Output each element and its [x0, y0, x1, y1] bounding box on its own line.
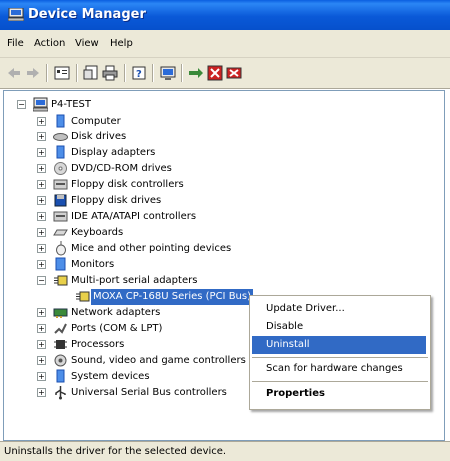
scan-icon[interactable] — [160, 65, 176, 81]
network-adapter-icon — [53, 308, 68, 318]
selected-device-label: MOXA CP-168U Series (PCI Bus) — [91, 289, 253, 305]
expand-toggle[interactable]: + — [37, 244, 46, 253]
expand-toggle[interactable]: + — [37, 308, 46, 317]
context-menu-scan[interactable]: Scan for hardware changes — [252, 360, 426, 378]
back-icon[interactable] — [6, 65, 22, 81]
floppy-drive-icon — [54, 194, 67, 207]
floppy-controller-icon — [53, 179, 68, 190]
tree-item-label: Keyboards — [71, 227, 124, 238]
toolbar-separator — [124, 64, 126, 82]
menu-help[interactable]: Help — [110, 38, 133, 49]
toolbar-separator — [181, 64, 183, 82]
disk-drive-icon — [53, 133, 68, 141]
usb-icon — [55, 386, 66, 400]
tree-item-label: Mice and other pointing devices — [71, 243, 232, 254]
status-bar: Uninstalls the driver for the selected d… — [0, 441, 450, 461]
toolbar-separator — [152, 64, 154, 82]
help-icon[interactable]: ? — [131, 65, 147, 81]
menu-file[interactable]: File — [7, 38, 24, 49]
serial-adapter-icon — [54, 275, 68, 286]
tree-item-label: Ports (COM & LPT) — [71, 323, 163, 334]
expand-toggle[interactable]: + — [37, 388, 46, 397]
context-menu-separator — [252, 357, 428, 358]
tree-item-label: Computer — [71, 116, 121, 127]
toolbar-separator — [76, 64, 78, 82]
tree-item-label: Universal Serial Bus controllers — [71, 387, 227, 398]
up-icon[interactable] — [54, 65, 70, 81]
expand-toggle[interactable]: + — [37, 260, 46, 269]
tree-item-label: Disk drives — [71, 131, 127, 142]
expand-toggle[interactable]: + — [37, 164, 46, 173]
context-menu-separator — [252, 381, 428, 382]
forward-icon[interactable] — [25, 65, 41, 81]
processor-icon — [54, 340, 67, 349]
mouse-icon — [56, 241, 66, 256]
tree-item-label: Network adapters — [71, 307, 161, 318]
menu-view[interactable]: View — [75, 38, 99, 49]
tree-item-label: System devices — [71, 371, 150, 382]
context-menu-update-driver[interactable]: Update Driver... — [252, 300, 426, 318]
title-bar[interactable]: Device Manager — [0, 0, 450, 30]
computer-icon — [56, 114, 65, 128]
display-adapter-icon — [56, 145, 65, 159]
toolbar-separator — [46, 64, 48, 82]
sound-icon — [54, 354, 67, 367]
monitor-icon — [55, 257, 66, 271]
keyboard-icon — [53, 229, 68, 236]
disable-icon[interactable] — [207, 65, 223, 81]
expand-toggle[interactable]: + — [37, 228, 46, 237]
tree-item-label: IDE ATA/ATAPI controllers — [71, 211, 197, 222]
tree-item-label: Floppy disk drives — [71, 195, 162, 206]
expand-toggle[interactable]: + — [37, 132, 46, 141]
ide-controller-icon — [53, 211, 68, 222]
tree-item-label: Sound, video and game controllers — [71, 355, 246, 366]
uninstall-icon[interactable] — [226, 65, 242, 81]
collapse-toggle[interactable]: − — [37, 276, 46, 285]
expand-toggle[interactable]: + — [37, 356, 46, 365]
tree-root-label: P4-TEST — [51, 99, 91, 110]
expand-toggle[interactable]: + — [37, 212, 46, 221]
expand-toggle[interactable]: + — [37, 324, 46, 333]
port-icon — [54, 323, 67, 334]
tree-item-label: Floppy disk controllers — [71, 179, 184, 190]
tree-item-label: Display adapters — [71, 147, 156, 158]
tree-item-label: Processors — [71, 339, 125, 350]
computer-icon — [8, 8, 24, 21]
context-menu: Update Driver... Disable Uninstall Scan … — [249, 295, 431, 410]
expand-toggle[interactable]: + — [37, 340, 46, 349]
tree-item-label: DVD/CD-ROM drives — [71, 163, 172, 174]
expand-toggle[interactable]: + — [37, 180, 46, 189]
menu-action[interactable]: Action — [34, 38, 65, 49]
system-device-icon — [56, 369, 65, 383]
svg-text:?: ? — [136, 69, 142, 80]
serial-adapter-icon — [76, 291, 90, 302]
properties-icon[interactable] — [83, 65, 99, 81]
status-text: Uninstalls the driver for the selected d… — [4, 446, 227, 457]
collapse-toggle[interactable]: − — [17, 100, 26, 109]
expand-toggle[interactable]: + — [37, 117, 46, 126]
tree-item-label: Monitors — [71, 259, 115, 270]
tree-item-label: Multi-port serial adapters — [71, 275, 198, 286]
computer-icon — [33, 97, 48, 112]
print-icon[interactable] — [102, 65, 118, 81]
context-menu-disable[interactable]: Disable — [252, 318, 426, 336]
menu-bar: File Action View Help — [0, 30, 450, 58]
cd-drive-icon — [54, 162, 67, 175]
expand-toggle[interactable]: + — [37, 372, 46, 381]
expand-toggle[interactable]: + — [37, 148, 46, 157]
window-title: Device Manager — [28, 7, 146, 22]
context-menu-uninstall[interactable]: Uninstall — [252, 336, 426, 354]
expand-toggle[interactable]: + — [37, 196, 46, 205]
context-menu-properties[interactable]: Properties — [252, 385, 426, 403]
toolbar: ? — [0, 58, 450, 89]
update-driver-icon[interactable] — [188, 65, 204, 81]
